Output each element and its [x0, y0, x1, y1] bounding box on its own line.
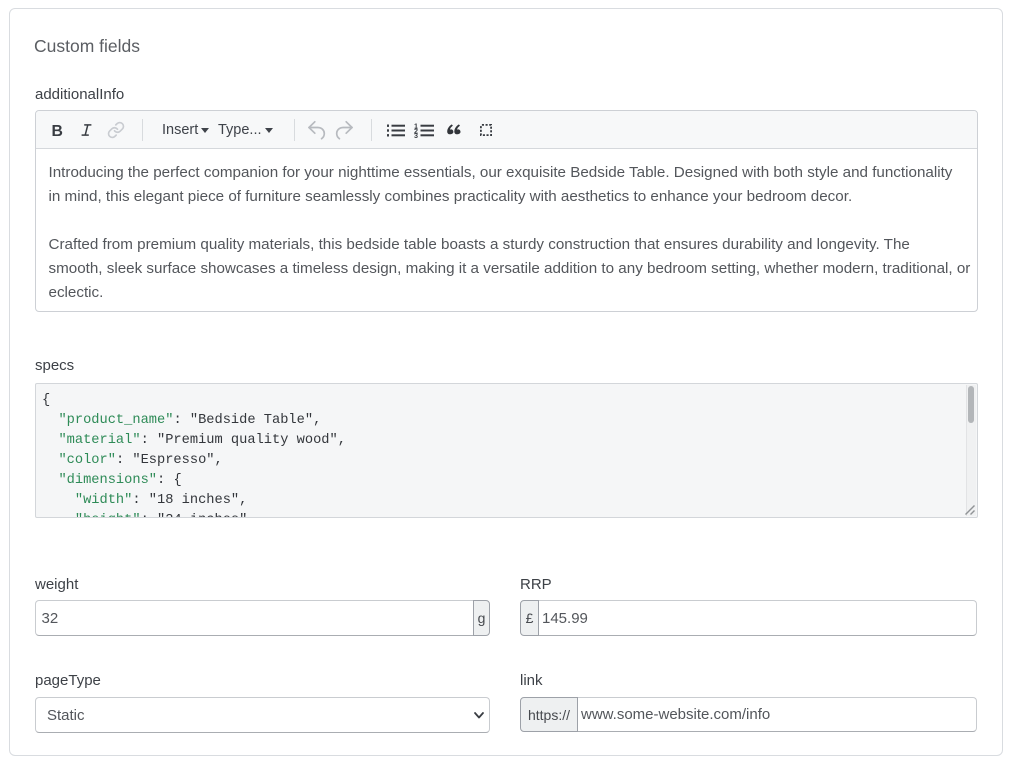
svg-text:3: 3: [414, 131, 418, 138]
